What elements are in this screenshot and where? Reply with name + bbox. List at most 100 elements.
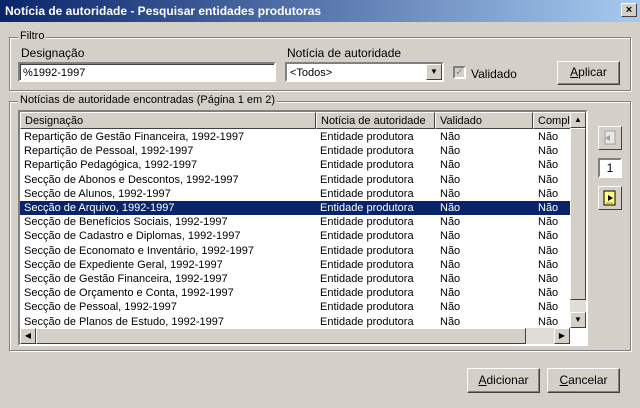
designation-label: Designação [21, 46, 85, 60]
cell-authority: Entidade produtora [320, 273, 414, 285]
cell-complete: Não [538, 216, 559, 229]
authority-select-value: <Todos> [290, 67, 333, 79]
cell-designation: Secção de Arquivo, 1992-1997 [24, 202, 175, 214]
cell-designation: Secção de Planos de Estudo, 1992-1997 [24, 315, 224, 328]
next-page-button[interactable] [598, 186, 622, 210]
table-row[interactable]: Repartição de Pessoal, 1992-1997 Entidade… [20, 144, 580, 158]
validated-label: Validado [471, 67, 517, 81]
cell-validated: Não [440, 230, 461, 243]
cell-complete: Não [538, 159, 559, 172]
table-row[interactable]: Secção de Arquivo, 1992-1997 Entidade pro… [20, 201, 580, 215]
table-row[interactable]: Secção de Alunos, 1992-1997 Entidade prod… [20, 187, 580, 201]
cell-validated: Não [440, 258, 461, 271]
cell-authority: Entidade produtora [320, 301, 414, 314]
cell-designation: Repartição Pedagógica, 1992-1997 [24, 159, 198, 172]
horizontal-scrollbar[interactable]: ◀ ▶ [20, 328, 570, 344]
table-row[interactable]: Secção de Pessoal, 1992-1997 Entidade pro… [20, 300, 580, 314]
table-row[interactable]: Secção de Abonos e Descontos, 1992-1997 E… [20, 173, 580, 187]
cell-complete: Não [538, 230, 559, 243]
cell-authority: Entidade produtora [320, 173, 414, 186]
add-button-label: dicionar [486, 373, 529, 387]
cell-authority: Entidade produtora [320, 159, 414, 172]
column-header-authority[interactable]: Notícia de autoridade [316, 112, 435, 129]
page-previous-icon [604, 130, 616, 145]
table-row[interactable]: Secção de Cadastro e Diplomas, 1992-1997… [20, 229, 580, 243]
cell-designation: Repartição de Pessoal, 1992-1997 [24, 145, 194, 158]
table-row[interactable]: Secção de Gestão Financeira, 1992-1997 En… [20, 272, 580, 286]
designation-input[interactable]: %1992-1997 [18, 62, 276, 82]
cell-designation: Secção de Benefícios Sociais, 1992-1997 [24, 216, 228, 229]
cell-validated: Não [440, 216, 461, 229]
cell-validated: Não [440, 173, 461, 186]
title-bar: Notícia de autoridade - Pesquisar entida… [0, 0, 640, 22]
cell-designation: Secção de Expediente Geral, 1992-1997 [24, 258, 223, 271]
cell-complete: Não [538, 273, 559, 285]
cell-authority: Entidade produtora [320, 244, 414, 257]
cell-validated: Não [440, 244, 461, 257]
cell-designation: Secção de Alunos, 1992-1997 [24, 187, 171, 200]
cell-complete: Não [538, 202, 559, 214]
cell-validated: Não [440, 301, 461, 314]
cell-complete: Não [538, 187, 559, 200]
cell-complete: Não [538, 301, 559, 314]
column-header-complete[interactable]: Completo [533, 112, 573, 129]
cell-validated: Não [440, 273, 461, 285]
cell-validated: Não [440, 131, 461, 143]
cell-complete: Não [538, 244, 559, 257]
cell-validated: Não [440, 315, 461, 328]
cell-complete: Não [538, 145, 559, 158]
table-row[interactable]: Secção de Orçamento e Conta, 1992-1997 En… [20, 286, 580, 300]
checkmark-icon: ✓ [455, 67, 464, 78]
cell-designation: Secção de Orçamento e Conta, 1992-1997 [24, 287, 234, 300]
scroll-left-icon[interactable]: ◀ [20, 328, 36, 344]
chevron-down-icon[interactable]: ▼ [426, 64, 442, 80]
table-row[interactable]: Repartição de Gestão Financeira, 1992-19… [20, 130, 580, 144]
cell-validated: Não [440, 145, 461, 158]
table-row[interactable]: Secção de Planos de Estudo, 1992-1997 Ent… [20, 315, 580, 329]
filter-group-title: Filtro [18, 30, 47, 42]
vertical-scroll-thumb[interactable] [570, 128, 586, 300]
table-row[interactable]: Repartição Pedagógica, 1992-1997 Entidade… [20, 158, 580, 172]
add-button[interactable]: Adicionar [467, 368, 540, 393]
column-header-validated[interactable]: Validado [435, 112, 533, 129]
cell-authority: Entidade produtora [320, 145, 414, 158]
page-next-icon [603, 190, 616, 206]
cell-authority: Entidade produtora [320, 258, 414, 271]
prev-page-button[interactable] [598, 126, 622, 150]
table-row[interactable]: Secção de Expediente Geral, 1992-1997 Ent… [20, 258, 580, 272]
cell-authority: Entidade produtora [320, 315, 414, 328]
cell-authority: Entidade produtora [320, 287, 414, 300]
cell-designation: Secção de Pessoal, 1992-1997 [24, 301, 177, 314]
validated-checkbox[interactable]: ✓ [453, 66, 466, 79]
column-header-designation[interactable]: Designação [20, 112, 316, 129]
close-button[interactable]: × [621, 3, 637, 17]
page-number: 1 [598, 158, 622, 178]
table-row[interactable]: Secção de Economato e Inventário, 1992-1… [20, 244, 580, 258]
authority-select[interactable]: <Todos> ▼ [285, 62, 444, 82]
authority-label: Notícia de autoridade [287, 46, 402, 60]
cell-designation: Secção de Cadastro e Diplomas, 1992-1997 [24, 230, 241, 243]
cell-designation: Secção de Abonos e Descontos, 1992-1997 [24, 173, 239, 186]
cancel-button[interactable]: Cancelar [547, 368, 620, 393]
cell-authority: Entidade produtora [320, 131, 414, 143]
scroll-down-icon[interactable]: ▼ [570, 312, 586, 328]
window-title: Notícia de autoridade - Pesquisar entida… [5, 4, 322, 18]
cancel-button-accel: C [559, 373, 569, 387]
cell-designation: Secção de Economato e Inventário, 1992-1… [24, 244, 254, 257]
cancel-button-label: ancelar [568, 373, 608, 387]
results-list[interactable]: Designação Notícia de autoridade Validad… [18, 110, 588, 346]
table-row[interactable]: Secção de Benefícios Sociais, 1992-1997 E… [20, 215, 580, 229]
close-icon: × [625, 4, 633, 16]
cell-authority: Entidade produtora [320, 230, 414, 243]
cell-complete: Não [538, 131, 559, 143]
apply-button[interactable]: Aplicar [557, 61, 620, 85]
scroll-up-icon[interactable]: ▲ [570, 112, 586, 128]
results-group-title: Notícias de autoridade encontradas (Pági… [18, 94, 277, 106]
cell-designation: Secção de Gestão Financeira, 1992-1997 [24, 273, 228, 285]
cell-complete: Não [538, 173, 559, 186]
scroll-right-icon[interactable]: ▶ [554, 328, 570, 344]
cell-designation: Repartição de Gestão Financeira, 1992-19… [24, 131, 245, 143]
vertical-scrollbar[interactable]: ▲ ▼ [570, 112, 586, 328]
horizontal-scroll-thumb[interactable] [36, 328, 526, 344]
cell-validated: Não [440, 187, 461, 200]
